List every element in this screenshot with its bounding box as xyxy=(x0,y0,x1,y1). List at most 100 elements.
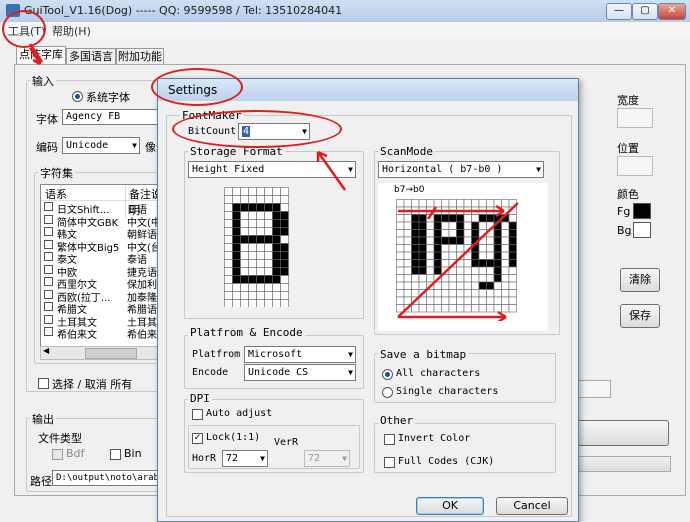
charset-row[interactable]: 西欧(拉丁... 加泰隆语 xyxy=(41,289,165,304)
charset-row[interactable]: 简体中文GBK 中文(中 xyxy=(41,214,165,229)
tab-bitmap-font[interactable]: 点阵字库 xyxy=(16,46,66,65)
scan-pixel xyxy=(456,229,465,238)
system-font-label: 系统字体 xyxy=(86,91,130,104)
platform-select[interactable]: Microsoft ▼ xyxy=(244,346,356,363)
charset-row[interactable]: 泰文 泰语 xyxy=(41,251,165,266)
scan-pixel xyxy=(418,266,427,275)
glyph-pixel xyxy=(272,219,281,228)
scan-pixel xyxy=(396,236,405,245)
charset-row-checkbox[interactable] xyxy=(44,302,53,311)
charset-row-checkbox[interactable] xyxy=(44,202,53,211)
system-font-radio[interactable] xyxy=(72,89,83,102)
scanmode-select[interactable]: Horizontal ( b7-b0 ) ▼ xyxy=(378,161,544,178)
charset-list: 语系 备注说明 日文Shift... 日语 简体中文GBK 中文(中 韩文 朝鲜语 繁体中文… xyxy=(40,184,166,358)
ok-button[interactable]: OK xyxy=(416,497,484,515)
minimize-button[interactable]: — xyxy=(606,3,632,20)
charset-row[interactable]: 西里尔文 保加利亚 xyxy=(41,276,165,291)
charset-row-checkbox[interactable] xyxy=(44,214,53,224)
scan-pixel xyxy=(403,244,412,253)
bg-color-swatch[interactable] xyxy=(633,222,651,238)
scan-grid xyxy=(396,199,519,321)
scan-pixel xyxy=(501,199,510,208)
charset-row-checkbox[interactable] xyxy=(44,239,53,249)
scan-pixel xyxy=(508,289,517,298)
charset-row-checkbox[interactable] xyxy=(44,314,53,324)
full-codes-checkbox[interactable] xyxy=(384,455,395,468)
invert-color-checkbox[interactable] xyxy=(384,432,395,445)
scroll-thumb[interactable] xyxy=(85,348,137,359)
charset-row-checkbox[interactable] xyxy=(44,264,53,274)
cancel-button[interactable]: Cancel xyxy=(496,497,568,515)
generate-button[interactable] xyxy=(577,420,669,446)
glyph-pixel xyxy=(240,251,249,260)
glyph-pixel xyxy=(248,267,257,276)
charset-scrollbar[interactable]: ◀ xyxy=(40,346,166,360)
charset-row-checkbox[interactable] xyxy=(44,277,53,286)
select-all-checkbox[interactable] xyxy=(38,376,49,389)
save-button[interactable]: 保存 xyxy=(620,304,660,328)
charset-row[interactable]: 土耳其文 土耳其语 xyxy=(41,314,165,329)
glyph-pixel xyxy=(248,275,257,284)
encode-select[interactable]: Unicode CS ▼ xyxy=(244,364,356,381)
bin-checkbox[interactable] xyxy=(110,447,121,460)
position-field[interactable] xyxy=(617,156,653,176)
all-characters-radio[interactable] xyxy=(382,367,393,380)
tab-multi-language[interactable]: 多国语言 xyxy=(66,48,116,65)
clear-button[interactable]: 清除 xyxy=(620,268,660,292)
lock-checkbox[interactable]: ✓ xyxy=(192,431,203,444)
scan-pixel xyxy=(403,229,412,238)
charset-row[interactable]: 繁体中文Big5 中文(台 xyxy=(41,239,165,254)
glyph-pixel xyxy=(224,283,233,292)
tab-extra-functions[interactable]: 附加功能 xyxy=(116,48,164,65)
scan-pixel xyxy=(471,199,480,208)
scan-pixel xyxy=(486,281,495,290)
charset-row[interactable]: 中欧 捷克语 xyxy=(41,264,165,279)
charset-row[interactable]: 日文Shift... 日语 xyxy=(41,201,165,216)
scan-pixel xyxy=(508,266,517,275)
scan-pixel xyxy=(486,266,495,275)
glyph-pixel xyxy=(240,227,249,236)
charset-row[interactable]: 希伯来文 希伯来语 xyxy=(41,326,165,341)
width-field[interactable] xyxy=(617,108,653,128)
right-field[interactable] xyxy=(577,380,611,398)
charset-row[interactable]: 韩文 朝鲜语 xyxy=(41,226,165,241)
scan-pixel xyxy=(501,274,510,283)
encode-select[interactable]: Unicode ▼ xyxy=(62,137,140,154)
glyph-pixel xyxy=(232,267,241,276)
maximize-button[interactable]: ▢ xyxy=(632,3,658,20)
charset-row-checkbox[interactable] xyxy=(44,289,53,299)
charset-row-checkbox[interactable] xyxy=(44,227,53,236)
scan-pixel xyxy=(486,289,495,298)
auto-adjust-checkbox[interactable] xyxy=(192,407,203,420)
charset-row-checkbox[interactable] xyxy=(44,327,53,336)
scroll-left-icon[interactable]: ◀ xyxy=(43,346,49,355)
glyph-pixel xyxy=(232,259,241,268)
scan-pixel xyxy=(448,199,457,208)
verr-select[interactable]: 72 ▼ xyxy=(304,450,350,467)
glyph-pixel xyxy=(248,219,257,228)
storage-select[interactable]: Height Fixed ▼ xyxy=(188,161,356,178)
other-group-label: Other xyxy=(378,414,416,427)
fg-color-swatch[interactable] xyxy=(633,203,651,219)
scanmode-value: Horizontal ( b7-b0 ) xyxy=(382,164,503,175)
scan-pixel xyxy=(456,274,465,283)
font-field[interactable]: Agency FB xyxy=(62,109,162,125)
horr-select[interactable]: 72 ▼ xyxy=(222,450,268,467)
path-field[interactable]: D:\output\noto\arabic xyxy=(52,470,170,486)
charset-row-checkbox[interactable] xyxy=(44,252,53,261)
scan-pixel xyxy=(411,199,420,208)
charset-row[interactable]: 希腊文 希腊语 xyxy=(41,301,165,316)
scan-pixel xyxy=(456,221,465,230)
glyph-pixel xyxy=(248,187,257,196)
glyph-pixel xyxy=(232,211,241,220)
scan-pixel xyxy=(486,274,495,283)
scan-pixel xyxy=(426,259,435,268)
glyph-pixel xyxy=(264,291,273,300)
bdf-checkbox[interactable] xyxy=(52,447,63,460)
menu-help[interactable]: 帮助(H) xyxy=(52,23,91,39)
scan-pixel xyxy=(418,244,427,253)
scan-pixel xyxy=(433,221,442,230)
close-button[interactable]: ✕ xyxy=(658,3,686,20)
scan-pixel xyxy=(501,244,510,253)
single-characters-radio[interactable] xyxy=(382,385,393,398)
